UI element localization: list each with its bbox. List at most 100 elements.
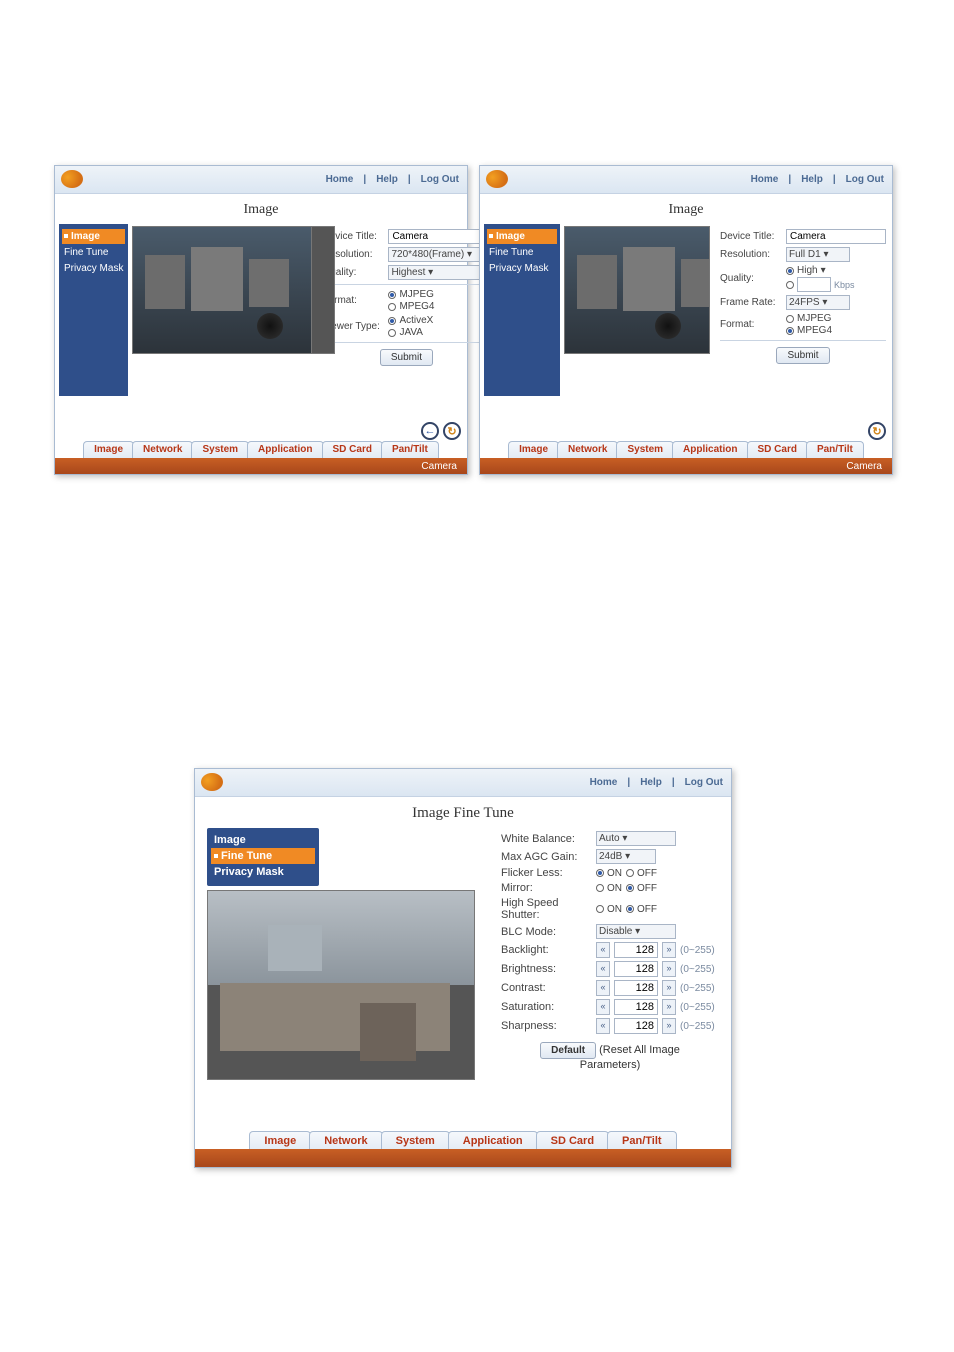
mirror-on-radio[interactable]: ON	[596, 883, 622, 894]
resolution-select[interactable]: 720*480(Frame) ▾	[388, 247, 490, 262]
nav-help[interactable]: Help	[376, 174, 398, 185]
brightness-dec[interactable]: «	[596, 961, 610, 977]
tab-network[interactable]: Network	[132, 441, 193, 458]
refresh-icon[interactable]	[868, 422, 886, 440]
saturation-input[interactable]	[614, 999, 658, 1015]
finetune-form: White Balance: Auto ▾ Max AGC Gain: 24dB…	[489, 828, 719, 1080]
tab-pantilt[interactable]: Pan/Tilt	[381, 441, 439, 458]
label-framerate: Frame Rate:	[720, 297, 786, 308]
quality-kbps-radio[interactable]: Kbps	[786, 277, 886, 292]
blc-select[interactable]: Disable ▾	[596, 924, 676, 939]
shutter-on-radio[interactable]: ON	[596, 904, 622, 915]
tab-system[interactable]: System	[616, 441, 674, 458]
device-title-input[interactable]	[388, 229, 488, 244]
backlight-input[interactable]	[614, 942, 658, 958]
contrast-dec[interactable]: «	[596, 980, 610, 996]
saturation-dec[interactable]: «	[596, 999, 610, 1015]
resolution-select[interactable]: Full D1 ▾	[786, 247, 850, 262]
sharpness-input[interactable]	[614, 1018, 658, 1034]
nav-logout[interactable]: Log Out	[685, 777, 723, 788]
nav-arrows	[868, 422, 886, 440]
label-resolution: Resolution:	[720, 249, 786, 260]
label-brightness: Brightness:	[501, 963, 596, 975]
saturation-inc[interactable]: »	[662, 999, 676, 1015]
nav-home[interactable]: Home	[590, 777, 618, 788]
format-mjpeg-radio[interactable]: MJPEG	[786, 313, 886, 324]
sidebar-item-privacymask[interactable]: Privacy Mask	[62, 261, 125, 276]
framerate-select[interactable]: 24FPS ▾	[786, 295, 850, 310]
tab-application[interactable]: Application	[672, 441, 748, 458]
brightness-inc[interactable]: »	[662, 961, 676, 977]
device-title-input[interactable]	[786, 229, 886, 244]
flicker-off-radio[interactable]: OFF	[626, 868, 657, 879]
format-mpeg4-radio[interactable]: MPEG4	[786, 325, 886, 336]
sidebar-item-image[interactable]: Image	[211, 832, 315, 848]
back-icon[interactable]	[421, 422, 439, 440]
tab-sdcard[interactable]: SD Card	[536, 1131, 609, 1151]
backlight-inc[interactable]: »	[662, 942, 676, 958]
tab-image[interactable]: Image	[249, 1131, 311, 1151]
footer: Camera	[55, 458, 467, 474]
nav-home[interactable]: Home	[751, 174, 779, 185]
tab-application[interactable]: Application	[448, 1131, 538, 1151]
sidebar-item-finetune[interactable]: Fine Tune	[487, 245, 557, 260]
quality-high-radio[interactable]: High ▾	[786, 265, 886, 276]
sidebar: Image Fine Tune Privacy Mask	[207, 828, 319, 886]
format-mjpeg-radio[interactable]: MJPEG	[388, 289, 490, 300]
video-preview	[207, 890, 475, 1080]
nav-logout[interactable]: Log Out	[421, 174, 459, 185]
format-mpeg4-radio[interactable]: MPEG4	[388, 301, 490, 312]
flicker-on-radio[interactable]: ON	[596, 868, 622, 879]
wb-select[interactable]: Auto ▾	[596, 831, 676, 846]
tab-sdcard[interactable]: SD Card	[747, 441, 808, 458]
sidebar-item-finetune[interactable]: Fine Tune	[62, 245, 125, 260]
nav-arrows	[421, 422, 461, 440]
label-sharpness: Sharpness:	[501, 1020, 596, 1032]
submit-button[interactable]: Submit	[776, 347, 829, 364]
brightness-input[interactable]	[614, 961, 658, 977]
sharpness-dec[interactable]: «	[596, 1018, 610, 1034]
tab-sdcard[interactable]: SD Card	[322, 441, 383, 458]
panel-image-mpeg4: Home | Help | Log Out Image Image Fine T…	[479, 165, 893, 475]
default-button[interactable]: Default	[540, 1042, 596, 1059]
tab-system[interactable]: System	[191, 441, 249, 458]
brand-icon	[486, 170, 508, 188]
sharpness-inc[interactable]: »	[662, 1018, 676, 1034]
quality-select[interactable]: Highest ▾	[388, 265, 490, 280]
tab-application[interactable]: Application	[247, 441, 323, 458]
label-backlight: Backlight:	[501, 944, 596, 956]
tab-network[interactable]: Network	[557, 441, 618, 458]
viewer-java-radio[interactable]: JAVA	[388, 327, 490, 338]
footer	[195, 1149, 731, 1167]
backlight-dec[interactable]: «	[596, 942, 610, 958]
tab-image[interactable]: Image	[508, 441, 559, 458]
contrast-inc[interactable]: »	[662, 980, 676, 996]
agc-select[interactable]: 24dB ▾	[596, 849, 656, 864]
viewer-activex-radio[interactable]: ActiveX	[388, 315, 490, 326]
sidebar-item-privacymask[interactable]: Privacy Mask	[211, 864, 315, 880]
video-preview	[132, 226, 312, 354]
sidebar-item-finetune[interactable]: Fine Tune	[211, 848, 315, 864]
tab-system[interactable]: System	[381, 1131, 450, 1151]
sidebar-item-image[interactable]: Image	[62, 229, 125, 244]
nav-help[interactable]: Help	[640, 777, 662, 788]
header-bar: Home | Help | Log Out	[195, 769, 731, 797]
refresh-icon[interactable]	[443, 422, 461, 440]
contrast-input[interactable]	[614, 980, 658, 996]
label-mirror: Mirror:	[501, 882, 596, 894]
nav-home[interactable]: Home	[326, 174, 354, 185]
tab-pantilt[interactable]: Pan/Tilt	[607, 1131, 677, 1151]
mirror-off-radio[interactable]: OFF	[626, 883, 657, 894]
nav-logout[interactable]: Log Out	[846, 174, 884, 185]
nav-help[interactable]: Help	[801, 174, 823, 185]
sidebar-item-privacymask[interactable]: Privacy Mask	[487, 261, 557, 276]
label-saturation: Saturation:	[501, 1001, 596, 1013]
sidebar-item-image[interactable]: Image	[487, 229, 557, 244]
tab-network[interactable]: Network	[309, 1131, 382, 1151]
tab-image[interactable]: Image	[83, 441, 134, 458]
label-blc: BLC Mode:	[501, 926, 596, 938]
tab-pantilt[interactable]: Pan/Tilt	[806, 441, 864, 458]
submit-button[interactable]: Submit	[380, 349, 433, 366]
page-title: Image	[480, 194, 892, 224]
shutter-off-radio[interactable]: OFF	[626, 904, 657, 915]
